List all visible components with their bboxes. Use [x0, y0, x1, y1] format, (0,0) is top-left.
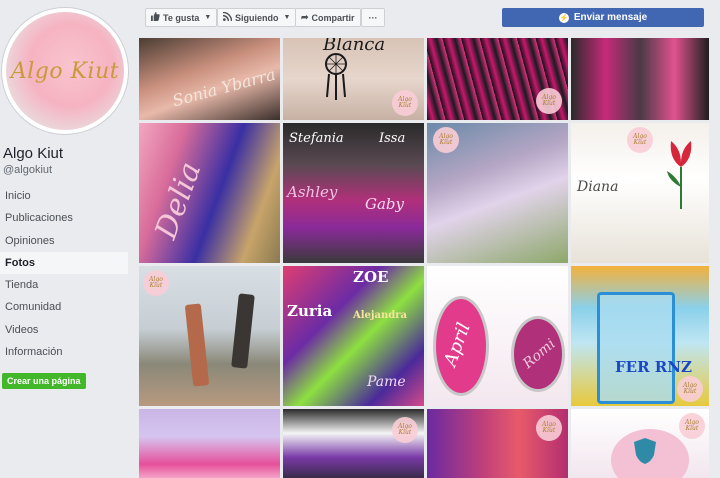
nav-item-informacion[interactable]: Información	[0, 341, 128, 363]
photo-tile[interactable]: FER RNZ Algo Kiut	[571, 266, 709, 406]
watermark-logo: Algo Kiut	[677, 376, 703, 402]
tumbler-name: Gaby	[365, 195, 405, 213]
logo-text: Algo Kiut	[10, 58, 120, 84]
photo-tile[interactable]: Diana Algo Kiut	[571, 123, 709, 263]
nav-item-fotos[interactable]: Fotos	[0, 251, 128, 275]
send-message-button[interactable]: ⚡ Enviar mensaje	[502, 8, 704, 27]
photo-tile[interactable]: Algo Kiut	[427, 409, 568, 478]
pouch-name: Pame	[367, 374, 406, 390]
photo-tile[interactable]: Algo Kiut	[139, 266, 280, 406]
photo-tile[interactable]	[139, 409, 280, 478]
photo-tile[interactable]	[571, 38, 709, 120]
watermark-logo: Algo Kiut	[143, 270, 169, 296]
photo-tile[interactable]: Blanca Algo Kiut	[283, 38, 424, 120]
pouch-name: ZOE	[353, 268, 389, 286]
tumbler-name: Diana	[577, 179, 619, 195]
profile-picture[interactable]: Algo Kiut	[2, 8, 128, 134]
nav-item-publicaciones[interactable]: Publicaciones	[0, 207, 128, 229]
photo-grid: Sonia Ybarra Blanca Algo Kiut Algo Kiut …	[139, 38, 709, 478]
page-nav: Inicio Publicaciones Opiniones Fotos Tie…	[0, 185, 128, 363]
page-actions-bar: Te gusta ▼ Siguiendo ▼ ➦ Compartir ··· ⚡…	[137, 0, 720, 36]
rss-icon	[222, 11, 233, 23]
cup-name: FER RNZ	[615, 358, 692, 376]
photo-tile[interactable]: Stefania Issa Ashley Gaby	[283, 123, 424, 263]
nav-item-comunidad[interactable]: Comunidad	[0, 296, 128, 318]
black-tumbler	[231, 293, 255, 369]
thumbs-up-icon	[151, 12, 160, 23]
pouch-name: Zuria	[287, 302, 333, 320]
like-label: Te gusta	[163, 12, 200, 23]
photo-tile[interactable]: Algo Kiut	[283, 409, 424, 478]
photo-tile[interactable]: Delia	[139, 123, 280, 263]
like-button[interactable]: Te gusta ▼	[145, 8, 218, 27]
photo-tile[interactable]: Algo Kiut	[427, 38, 568, 120]
shield-icon	[634, 438, 656, 464]
watermark-logo: Algo Kiut	[679, 413, 705, 439]
profile-logo: Algo Kiut	[6, 12, 124, 130]
watermark-logo: Algo Kiut	[536, 88, 562, 114]
page-title[interactable]: Algo Kiut	[3, 145, 63, 162]
share-label: Compartir	[311, 12, 355, 23]
photo-tile[interactable]: Algo Kiut	[427, 123, 568, 263]
more-dots-icon: ···	[368, 12, 378, 23]
tumbler-name: Sonia Ybarra	[170, 64, 278, 111]
kids-cup	[597, 292, 675, 404]
more-options-button[interactable]: ···	[361, 8, 385, 27]
tumbler-name: Stefania	[289, 131, 344, 146]
copper-tumbler	[184, 303, 210, 387]
chevron-down-icon: ▼	[283, 14, 291, 21]
watermark-logo: Algo Kiut	[433, 127, 459, 153]
share-button[interactable]: ➦ Compartir	[295, 8, 361, 27]
follow-label: Siguiendo	[235, 12, 279, 23]
watermark-logo: Algo Kiut	[536, 415, 562, 441]
dreamcatcher-icon	[325, 53, 347, 100]
nav-item-inicio[interactable]: Inicio	[0, 185, 128, 207]
tulip-icon	[667, 141, 692, 209]
left-sidebar: Algo Kiut Algo Kiut @algokiut Inicio Pub…	[0, 0, 137, 478]
photo-tile[interactable]: ZOE Zuria Alejandra Pame	[283, 266, 424, 406]
chevron-down-icon: ▼	[204, 14, 212, 21]
photo-tile[interactable]: Sonia Ybarra	[139, 38, 280, 120]
messenger-icon: ⚡	[558, 12, 569, 23]
watermark-logo: Algo Kiut	[392, 90, 418, 116]
nav-item-opiniones[interactable]: Opiniones	[0, 230, 128, 252]
pouch-name: Alejandra	[353, 310, 408, 321]
follow-button[interactable]: Siguiendo ▼	[217, 8, 297, 27]
watermark-logo: Algo Kiut	[627, 127, 653, 153]
share-arrow-icon: ➦	[301, 12, 309, 22]
page-handle[interactable]: @algokiut	[3, 164, 52, 176]
tumbler-name: Ashley	[287, 183, 338, 201]
watermark-logo: Algo Kiut	[392, 417, 418, 443]
create-page-button[interactable]: Crear una página	[2, 373, 86, 389]
tumbler-name: Delia	[148, 157, 209, 244]
nav-item-videos[interactable]: Videos	[0, 319, 128, 341]
photo-tile[interactable]: April Romi	[427, 266, 568, 406]
send-message-label: Enviar mensaje	[573, 12, 648, 23]
tumbler-name: Issa	[379, 131, 406, 146]
nav-item-tienda[interactable]: Tienda	[0, 274, 128, 296]
photo-tile[interactable]: Algo Kiut	[571, 409, 709, 478]
